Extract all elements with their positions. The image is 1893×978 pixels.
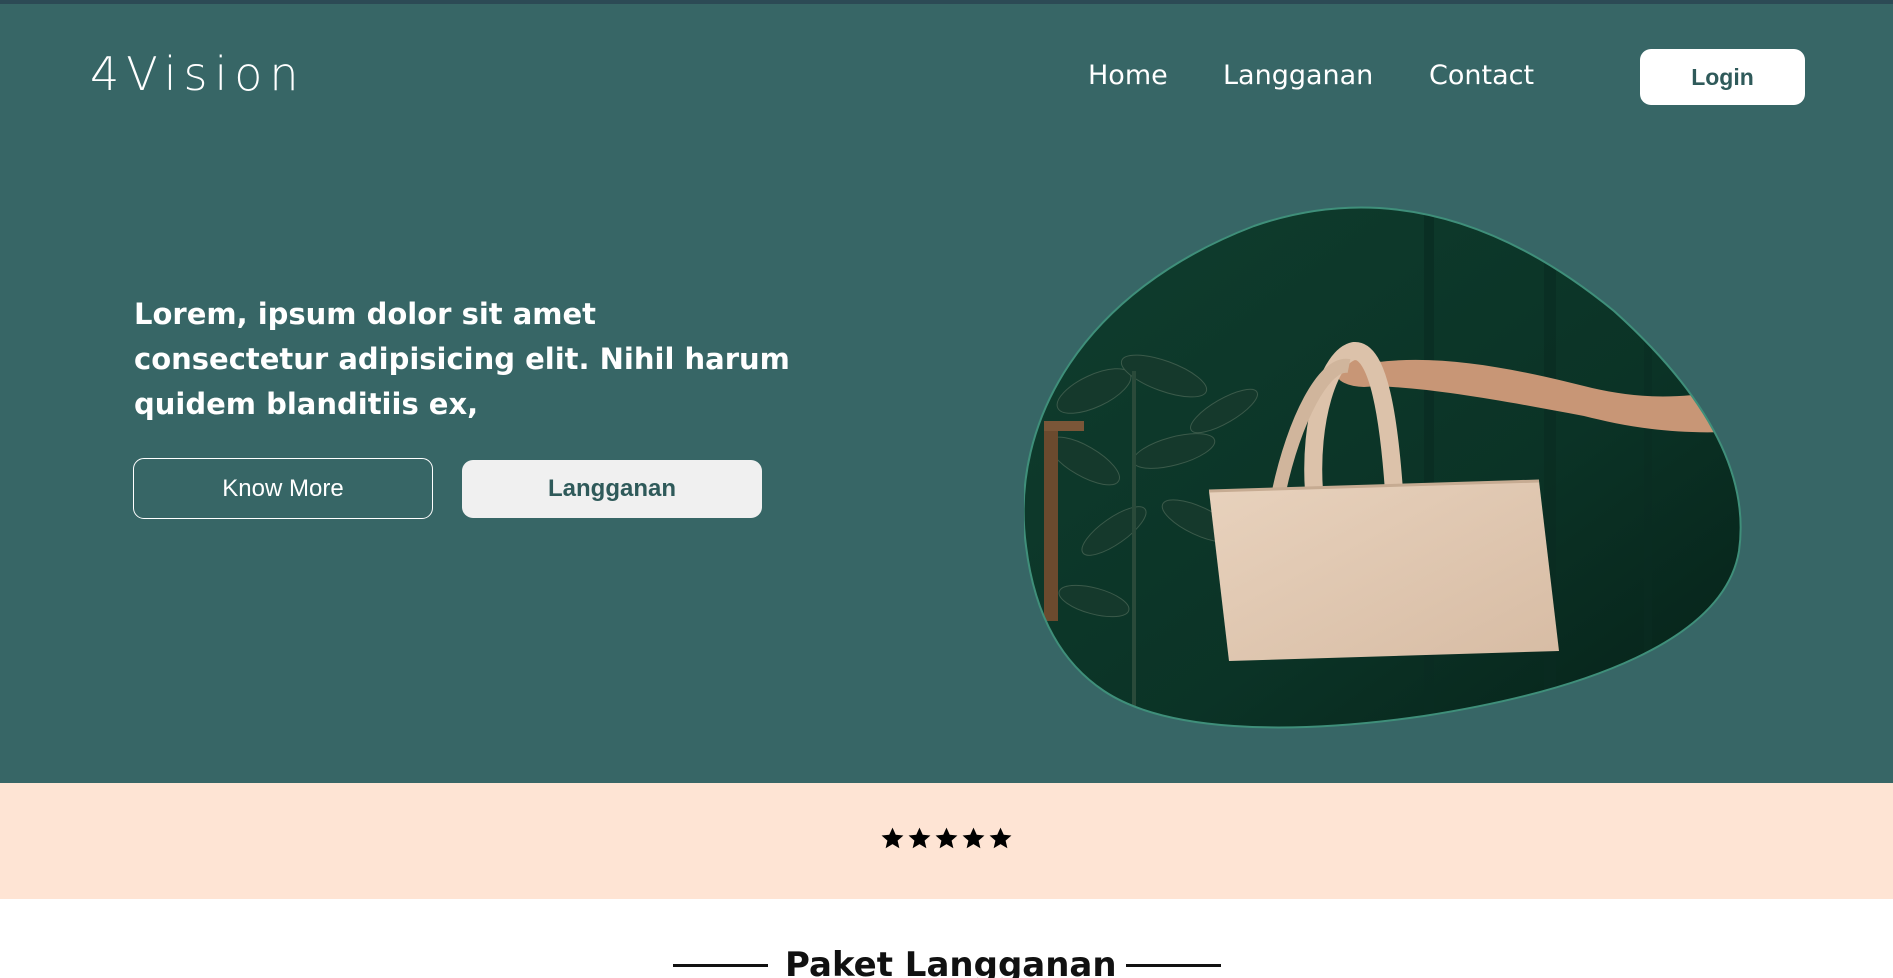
star-icon [908,827,931,849]
star-icon [989,827,1012,849]
langganan-button[interactable]: Langganan [462,460,762,518]
nav-link-contact[interactable]: Contact [1429,56,1534,96]
section-heading: Paket Langganan [673,940,1221,978]
star-icon [935,827,958,849]
rating-stars [880,826,1013,851]
hero-headline: Lorem, ipsum dolor sit amet consectetur … [134,297,790,421]
heading-divider-left [673,964,768,967]
know-more-button[interactable]: Know More [133,458,433,519]
star-icon [881,827,904,849]
section-title: Paket Langganan [785,945,1117,978]
nav-link-home[interactable]: Home [1088,56,1168,96]
nav-link-langganan[interactable]: Langganan [1223,56,1373,96]
login-button[interactable]: Login [1640,49,1805,105]
heading-divider-right [1126,964,1221,967]
star-icon [962,827,985,849]
brand-logo[interactable]: 4Vision [90,46,306,102]
hero-image [1024,206,1742,729]
